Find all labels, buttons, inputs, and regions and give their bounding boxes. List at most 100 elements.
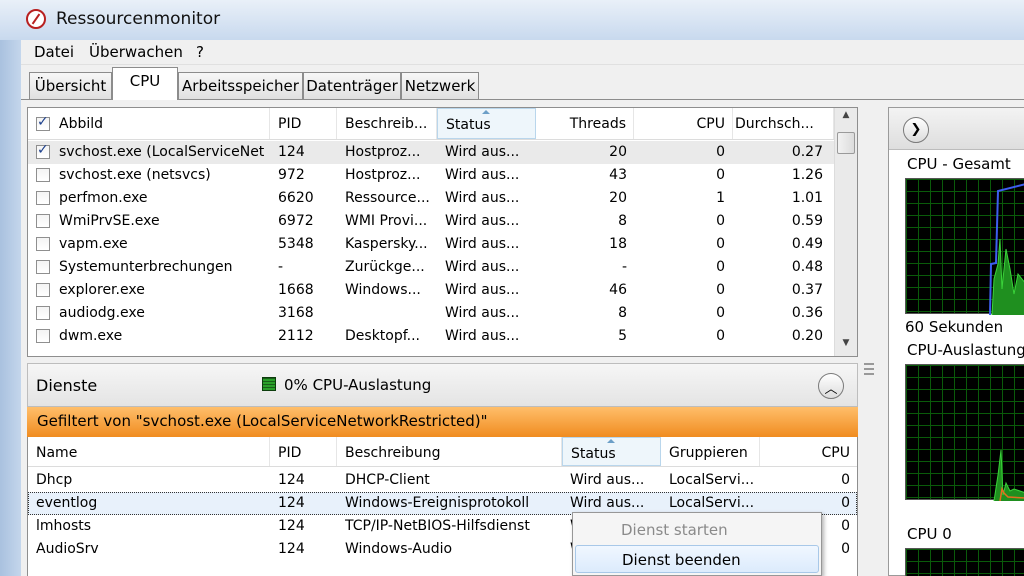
cpu-total-graph [905,178,1024,315]
scroll-thumb[interactable] [837,132,855,154]
svc-col-header-description[interactable]: Beschreibung [337,437,562,466]
process-description: Desktopf... [345,328,420,344]
service-cpu: 0 [841,495,850,511]
row-checkbox[interactable] [36,142,50,159]
process-description: Zurückge... [345,259,425,275]
graph-label-cpu0: CPU 0 [907,525,952,543]
service-group: LocalServi... [669,472,755,488]
service-row[interactable]: Dhcp 124 DHCP-Client Wird aus... LocalSe… [28,469,857,492]
menu-ueberwachen[interactable]: Überwachen [89,43,183,61]
service-pid: 124 [278,495,305,511]
process-threads: 8 [618,305,627,321]
col-header-description[interactable]: Beschreib... [337,108,437,139]
tab-bar: Übersicht CPU Arbeitsspeicher Datenträge… [21,66,1024,100]
row-checkbox[interactable] [36,214,50,228]
service-pid: 124 [278,472,305,488]
process-row[interactable]: audiodg.exe 3168 Wird aus... 8 0 0.36 [28,302,834,325]
process-description: Windows... [345,282,421,298]
svc-col-header-status[interactable]: Status [562,437,661,466]
process-cpu: 0 [716,236,725,252]
row-checkbox[interactable] [36,191,50,205]
service-cpu: 0 [841,472,850,488]
process-row[interactable]: WmiPrvSE.exe 6972 WMI Provi... Wird aus.… [28,210,834,233]
sort-ascending-icon [481,110,490,114]
row-checkbox[interactable] [36,168,50,182]
process-image: Systemunterbrechungen [59,259,233,275]
process-image: svchost.exe (netsvcs) [59,167,211,183]
graph-label-cpu-usage: CPU-Auslastung [907,341,1024,359]
cpu0-graph [905,548,1024,576]
process-pid: 1668 [278,282,314,298]
process-average-cpu: 0.37 [791,282,823,298]
col-header-average[interactable]: Durchsch... [733,108,834,139]
service-description: DHCP-Client [345,472,430,488]
col-header-image[interactable]: Abbild [28,108,270,139]
service-status: Wird aus... [570,495,645,511]
process-row[interactable]: perfmon.exe 6620 Ressource... Wird aus..… [28,187,834,210]
process-description: Hostproz... [345,144,421,160]
row-checkbox[interactable] [36,237,50,251]
col-header-pid[interactable]: PID [270,108,337,139]
process-row[interactable]: explorer.exe 1668 Windows... Wird aus...… [28,279,834,302]
process-description: WMI Provi... [345,213,428,229]
process-average-cpu: 1.26 [791,167,823,183]
process-image: audiodg.exe [59,305,145,321]
process-average-cpu: 0.27 [791,144,823,160]
svc-col-header-name[interactable]: Name [28,437,270,466]
process-description: Kaspersky... [345,236,428,252]
tab-netzwerk[interactable]: Netzwerk [401,72,479,99]
svc-col-header-cpu[interactable]: CPU [760,437,857,466]
process-pid: 124 [278,144,305,160]
col-header-threads[interactable]: Threads [536,108,634,139]
col-header-cpu[interactable]: CPU [634,108,733,139]
col-header-status[interactable]: Status [437,108,536,139]
service-status: Wird aus... [570,472,645,488]
service-description: Windows-Ereignisprotokoll [345,495,530,511]
menu-datei[interactable]: Datei [34,43,74,61]
process-threads: 20 [609,190,627,206]
process-status: Wird aus... [445,167,520,183]
svc-col-header-status-label: Status [571,446,616,462]
process-threads: 20 [609,144,627,160]
svc-col-header-pid[interactable]: PID [270,437,337,466]
process-row[interactable]: dwm.exe 2112 Desktopf... Wird aus... 5 0… [28,325,834,348]
menu-help[interactable]: ? [196,43,204,61]
row-checkbox[interactable] [36,283,50,297]
tab-arbeitsspeicher[interactable]: Arbeitsspeicher [178,72,303,99]
service-name: Dhcp [36,472,73,488]
services-header[interactable]: Dienste 0% CPU-Auslastung ︿ [27,363,858,407]
context-menu: Dienst starten Dienst beenden [572,512,822,576]
svc-col-header-group[interactable]: Gruppieren [661,437,760,466]
graph-panel: ❯ CPU - Gesamt 60 Sekunden CPU-Auslastun… [888,107,1024,576]
process-threads: 5 [618,328,627,344]
process-pid: 2112 [278,328,314,344]
col-header-status-label: Status [446,117,491,133]
menu-item-start-service[interactable]: Dienst starten [575,516,819,544]
chevron-right-icon[interactable]: ❯ [903,117,929,143]
pane-splitter[interactable] [860,107,880,576]
process-row[interactable]: svchost.exe (LocalServiceNet... 124 Host… [28,141,834,164]
tab-uebersicht[interactable]: Übersicht [29,72,112,99]
process-scrollbar[interactable]: ▲ ▼ [834,108,857,356]
row-checkbox[interactable] [36,329,50,343]
scroll-up-icon[interactable]: ▲ [835,110,857,127]
menu-item-stop-service[interactable]: Dienst beenden [575,545,819,573]
tab-cpu[interactable]: CPU [112,67,178,100]
collapse-chevron-up-icon[interactable]: ︿ [818,373,844,399]
row-checkbox[interactable] [36,260,50,274]
graph-label-cpu-total: CPU - Gesamt [907,155,1011,173]
process-cpu: 0 [716,305,725,321]
process-row[interactable]: svchost.exe (netsvcs) 972 Hostproz... Wi… [28,164,834,187]
row-checkbox[interactable] [36,306,50,320]
process-average-cpu: 0.20 [791,328,823,344]
sort-ascending-icon [606,439,615,443]
process-status: Wird aus... [445,305,520,321]
process-table-header: Abbild PID Beschreib... Status Threads C… [28,108,834,140]
process-cpu: 0 [716,259,725,275]
scroll-down-icon[interactable]: ▼ [835,338,857,355]
tab-datentraeger[interactable]: Datenträger [303,72,401,99]
process-row[interactable]: Systemunterbrechungen - Zurückge... Wird… [28,256,834,279]
service-description: TCP/IP-NetBIOS-Hilfsdienst [345,518,530,534]
process-row[interactable]: vapm.exe 5348 Kaspersky... Wird aus... 1… [28,233,834,256]
grip-icon [864,363,874,375]
